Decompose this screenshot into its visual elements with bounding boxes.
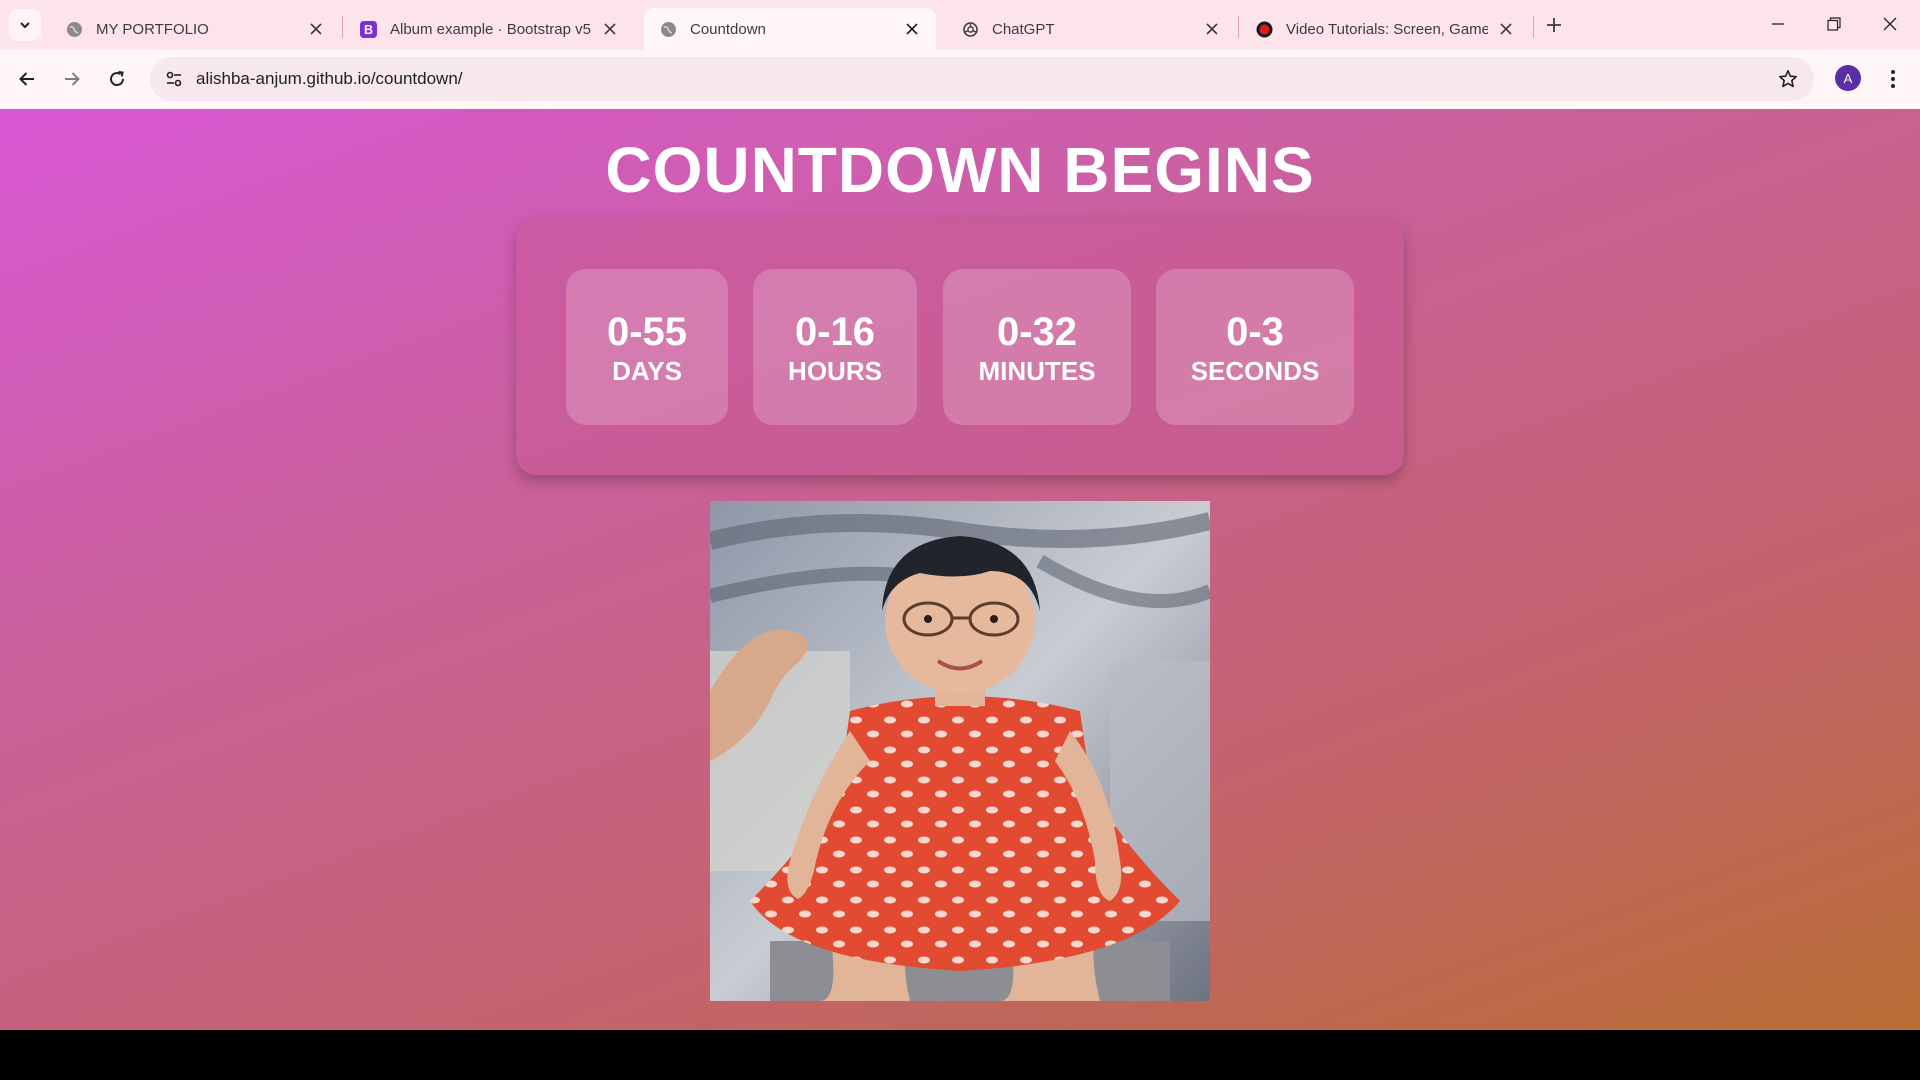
globe-icon bbox=[660, 21, 677, 38]
child-photo bbox=[710, 501, 1210, 1001]
tab-separator bbox=[1533, 16, 1534, 38]
forward-button[interactable] bbox=[55, 62, 89, 96]
chatgpt-icon bbox=[962, 21, 979, 38]
countdown-hours: 0-16 HOURS bbox=[753, 269, 917, 425]
days-value: 0-55 bbox=[606, 310, 688, 354]
svg-text:B: B bbox=[364, 22, 373, 36]
globe-icon bbox=[66, 21, 83, 38]
tab-title: ChatGPT bbox=[992, 20, 1055, 38]
arrow-left-icon bbox=[19, 72, 34, 86]
minutes-label: MINUTES bbox=[978, 356, 1096, 386]
tab-my-portfolio[interactable]: MY PORTFOLIO bbox=[50, 8, 340, 50]
tab-video-tutorials[interactable]: Video Tutorials: Screen, Game a bbox=[1240, 8, 1530, 50]
close-tab-icon[interactable] bbox=[1202, 19, 1222, 39]
tab-search-button[interactable] bbox=[9, 9, 41, 41]
seconds-value: 0-3 bbox=[1226, 310, 1284, 354]
countdown-minutes: 0-32 MINUTES bbox=[943, 269, 1131, 425]
countdown-days: 0-55 DAYS bbox=[566, 269, 728, 425]
bookmark-star-icon[interactable] bbox=[1776, 67, 1800, 91]
arrow-right-icon bbox=[65, 72, 80, 86]
tab-title: Countdown bbox=[690, 20, 766, 38]
plus-icon bbox=[1547, 18, 1561, 32]
seconds-label: SECONDS bbox=[1190, 356, 1320, 386]
browser-toolbar: alishba-anjum.github.io/countdown/ A bbox=[0, 50, 1920, 109]
tab-chatgpt[interactable]: ChatGPT bbox=[946, 8, 1236, 50]
bootstrap-icon: B bbox=[360, 20, 377, 38]
address-bar[interactable]: alishba-anjum.github.io/countdown/ bbox=[150, 57, 1814, 101]
tab-album-example[interactable]: B Album example · Bootstrap v5.0 bbox=[344, 8, 634, 50]
record-icon bbox=[1256, 21, 1273, 38]
page-content: COUNTDOWN BEGINS 0-55 DAYS 0-16 HOURS 0-… bbox=[0, 109, 1920, 1030]
tab-title: Video Tutorials: Screen, Game a bbox=[1286, 20, 1488, 38]
days-label: DAYS bbox=[612, 356, 682, 386]
countdown-seconds: 0-3 SECONDS bbox=[1156, 269, 1354, 425]
hours-value: 0-16 bbox=[794, 310, 876, 354]
new-tab-button[interactable] bbox=[1540, 11, 1568, 39]
reload-button[interactable] bbox=[100, 62, 134, 96]
page-title: COUNTDOWN BEGINS bbox=[605, 134, 1315, 206]
close-window-button[interactable] bbox=[1862, 0, 1918, 48]
tab-title: MY PORTFOLIO bbox=[96, 20, 209, 38]
restore-icon bbox=[1827, 17, 1841, 31]
url-text: alishba-anjum.github.io/countdown/ bbox=[196, 69, 463, 88]
close-icon bbox=[1883, 17, 1897, 31]
reload-icon bbox=[110, 71, 124, 86]
restore-button[interactable] bbox=[1806, 0, 1862, 48]
browser-chrome: MY PORTFOLIO B Album example · Bootstrap… bbox=[0, 0, 1920, 109]
tab-separator bbox=[342, 16, 343, 38]
tab-title: Album example · Bootstrap v5.0 bbox=[390, 20, 592, 38]
back-button[interactable] bbox=[10, 62, 44, 96]
close-tab-icon[interactable] bbox=[306, 19, 326, 39]
minimize-button[interactable] bbox=[1750, 0, 1806, 48]
tab-strip: MY PORTFOLIO B Album example · Bootstrap… bbox=[0, 0, 1920, 50]
close-tab-icon[interactable] bbox=[1496, 19, 1516, 39]
more-vertical-icon bbox=[1891, 70, 1895, 88]
hours-label: HOURS bbox=[788, 356, 882, 386]
close-tab-icon[interactable] bbox=[902, 19, 922, 39]
countdown-panel: 0-55 DAYS 0-16 HOURS 0-32 MINUTES 0-3 SE… bbox=[516, 219, 1404, 475]
chevron-down-icon bbox=[20, 22, 30, 29]
minutes-value: 0-32 bbox=[996, 310, 1078, 354]
tab-separator bbox=[1238, 16, 1239, 38]
profile-avatar[interactable]: A bbox=[1835, 65, 1861, 91]
site-settings-icon[interactable] bbox=[160, 65, 188, 93]
browser-menu-button[interactable] bbox=[1880, 65, 1906, 93]
close-tab-icon[interactable] bbox=[600, 19, 620, 39]
minimize-icon bbox=[1772, 23, 1784, 25]
tab-countdown[interactable]: Countdown bbox=[644, 8, 936, 50]
